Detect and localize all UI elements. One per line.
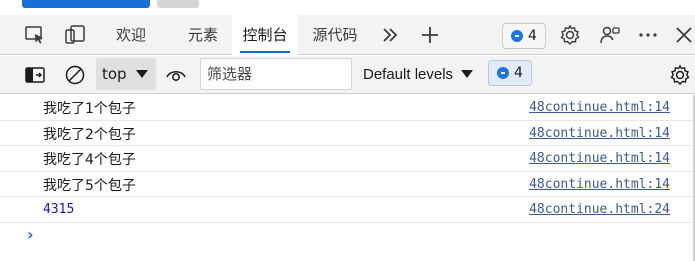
feedback-icon[interactable] xyxy=(598,23,622,47)
console-prompt[interactable]: › xyxy=(27,225,34,244)
page-strip xyxy=(0,0,695,10)
settings-gear-icon[interactable] xyxy=(558,23,582,47)
console-toolbar: top Default levels 4 xyxy=(0,56,695,94)
more-tabs-icon[interactable] xyxy=(378,23,402,47)
tab-sources[interactable]: 源代码 xyxy=(302,15,368,55)
filter-input[interactable] xyxy=(200,58,352,90)
close-icon[interactable] xyxy=(672,23,695,47)
console-message-text: 我吃了5个包子 xyxy=(43,177,136,194)
console-message-row: 我吃了2个包子 48continue.html:14 xyxy=(0,121,695,146)
source-link[interactable]: 48continue.html:14 xyxy=(529,100,670,115)
console-message-number: 4315 xyxy=(43,202,75,217)
live-expression-eye-icon[interactable] xyxy=(164,63,188,87)
toolbar-issues-badge[interactable]: 4 xyxy=(488,60,532,86)
page-button[interactable] xyxy=(157,0,199,8)
message-bubble-icon xyxy=(497,67,510,79)
console-messages: 我吃了1个包子 48continue.html:14 我吃了2个包子 48con… xyxy=(0,95,695,223)
source-link[interactable]: 48continue.html:14 xyxy=(529,126,670,141)
log-levels-label: Default levels xyxy=(363,65,454,83)
inspect-element-icon[interactable] xyxy=(23,23,47,47)
toolbar-issues-count: 4 xyxy=(514,65,523,81)
page-button[interactable] xyxy=(22,0,150,8)
message-bubble-icon xyxy=(511,30,524,42)
console-settings-gear-icon[interactable] xyxy=(668,63,692,87)
chevron-down-icon xyxy=(136,70,148,78)
context-value: top xyxy=(102,65,127,83)
tab-welcome[interactable]: 欢迎 xyxy=(100,15,162,55)
chevron-down-icon xyxy=(461,70,473,78)
more-options-icon[interactable] xyxy=(636,23,660,47)
console-message-text: 我吃了2个包子 xyxy=(43,126,136,143)
console-message-row: 我吃了4个包子 48continue.html:14 xyxy=(0,146,695,172)
issues-badge[interactable]: 4 xyxy=(502,23,546,49)
devtools-tab-bar: 欢迎 元素 控制台 源代码 4 xyxy=(0,15,695,55)
sidebar-toggle-icon[interactable] xyxy=(23,63,47,87)
device-emulation-icon[interactable] xyxy=(63,23,87,47)
console-message-text: 我吃了1个包子 xyxy=(43,101,136,117)
log-levels-dropdown[interactable]: Default levels xyxy=(363,58,479,90)
console-message-row: 我吃了1个包子 48continue.html:14 xyxy=(0,95,695,121)
source-link[interactable]: 48continue.html:24 xyxy=(529,202,670,217)
tab-elements[interactable]: 元素 xyxy=(172,15,234,55)
context-selector[interactable]: top xyxy=(96,58,156,90)
clear-console-icon[interactable] xyxy=(63,63,87,87)
source-link[interactable]: 48continue.html:14 xyxy=(529,151,670,166)
source-link[interactable]: 48continue.html:14 xyxy=(529,177,670,192)
tab-console[interactable]: 控制台 xyxy=(232,15,298,55)
add-tab-icon[interactable] xyxy=(418,23,442,47)
console-message-row: 我吃了5个包子 48continue.html:14 xyxy=(0,172,695,197)
issues-count: 4 xyxy=(528,28,537,44)
console-message-row: 4315 48continue.html:24 xyxy=(0,197,695,223)
console-message-text: 我吃了4个包子 xyxy=(43,152,136,168)
